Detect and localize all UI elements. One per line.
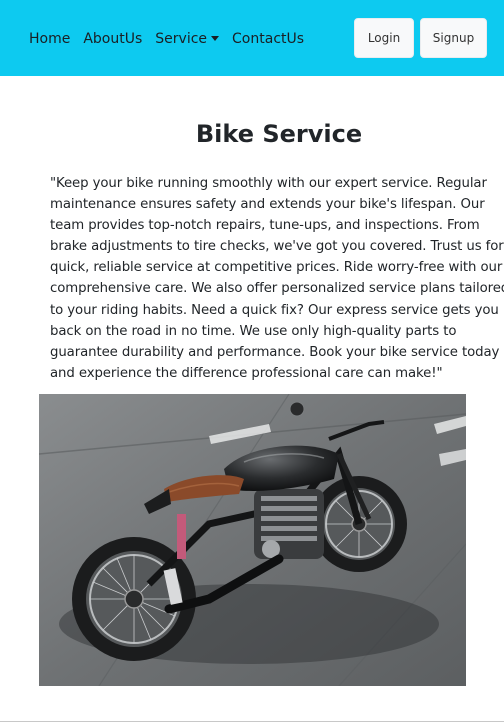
nav-dropdown-service[interactable]: Service — [155, 30, 220, 48]
nav-link-contactus[interactable]: ContactUs — [232, 30, 304, 48]
login-button[interactable]: Login — [354, 18, 414, 58]
signup-button[interactable]: Signup — [420, 18, 487, 58]
bike-image — [39, 394, 466, 686]
nav-link-home[interactable]: Home — [29, 30, 70, 48]
caret-down-icon — [211, 36, 220, 41]
footer-divider — [0, 721, 504, 722]
nav-link-service-label: Service — [155, 31, 208, 47]
page-title: Bike Service — [195, 120, 363, 148]
service-description: "Keep your bike running smoothly with ou… — [50, 176, 504, 381]
nav-links: Home AboutUs Service ContactUs — [29, 30, 304, 48]
nav-link-aboutus[interactable]: AboutUs — [83, 30, 142, 48]
navbar: Home AboutUs Service ContactUs Login Sig… — [0, 0, 504, 76]
